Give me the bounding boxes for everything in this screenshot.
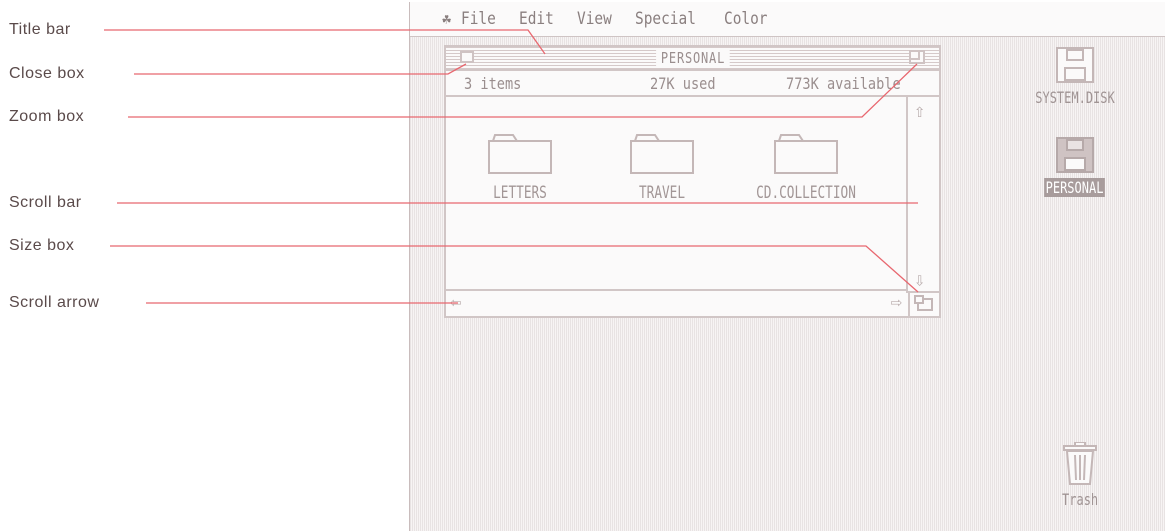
leader-size-box [110,245,919,293]
leader-zoom-box [128,63,918,118]
leader-title-bar [104,29,546,55]
leader-close-box [134,63,467,75]
callout-lines [104,29,919,304]
